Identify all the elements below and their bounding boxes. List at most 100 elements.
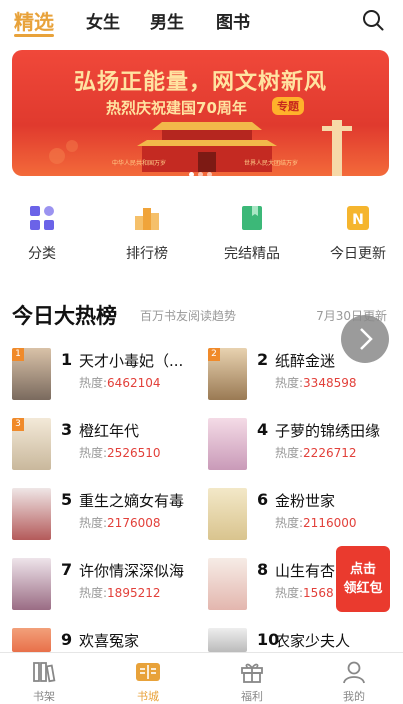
red-packet-button[interactable]: 点击 领红包: [336, 546, 390, 612]
grid-icon: [28, 204, 56, 232]
book-title: 农家少夫人: [275, 632, 351, 650]
pagination-dot: [189, 172, 194, 176]
red-packet-line2: 领红包: [343, 581, 383, 596]
category-label: 完结精品: [224, 246, 280, 262]
book-cover: 1: [12, 348, 51, 400]
tab-featured[interactable]: 精选: [14, 6, 54, 35]
category-today-update[interactable]: N 今日更新: [318, 204, 398, 263]
nav-label: 书城: [137, 690, 159, 703]
book-rank: 7: [61, 560, 73, 579]
heat-value: 6462104: [107, 376, 161, 390]
book-heat: 热度:6462104: [79, 374, 161, 391]
book-rank: 8: [257, 560, 269, 579]
banner-headline: 弘扬正能量，网文树新风: [73, 70, 327, 95]
tab-male[interactable]: 男生: [150, 8, 184, 33]
bookmark-book-icon: [238, 204, 266, 232]
book-rank: 9: [61, 630, 73, 649]
heat-label: 热度:: [79, 586, 108, 600]
n-badge-icon: N: [344, 204, 372, 232]
heat-value: 1568: [303, 586, 334, 600]
bookstore-icon: [135, 659, 161, 685]
book-item[interactable]: 5 重生之嫡女有毒 热度:2176008: [12, 488, 202, 554]
book-item[interactable]: 3 3 橙红年代 热度:2526510: [12, 418, 202, 484]
book-cover: [12, 628, 51, 652]
book-title: 天才小毒妃（...: [79, 352, 184, 370]
user-icon: [341, 659, 367, 685]
book-rank: 1: [61, 350, 73, 369]
book-title: 橙红年代: [79, 422, 140, 440]
book-cover: 3: [12, 418, 51, 470]
book-title: 子萝的锦绣田缘: [275, 422, 381, 440]
category-ranking[interactable]: 排行榜: [107, 204, 187, 263]
svg-text:N: N: [352, 212, 364, 228]
category-completed[interactable]: 完结精品: [212, 204, 292, 263]
book-rank: 3: [61, 420, 73, 439]
tab-books[interactable]: 图书: [216, 8, 250, 33]
pagination-dot: [207, 172, 212, 176]
gift-icon: [239, 659, 265, 685]
active-tab-indicator: [14, 34, 54, 37]
book-rank: 6: [257, 490, 269, 509]
book-title: 纸醉金迷: [275, 352, 336, 370]
heat-label: 热度:: [275, 376, 304, 390]
search-icon[interactable]: [361, 8, 385, 32]
book-item[interactable]: 1 1 天才小毒妃（... 热度:6462104: [12, 348, 202, 414]
book-cover: [208, 418, 247, 470]
banner-tag: 专题: [272, 97, 304, 115]
heat-label: 热度:: [275, 586, 304, 600]
book-item[interactable]: 4 子萝的锦绣田缘 热度:2226712: [208, 418, 398, 484]
category-label: 排行榜: [126, 246, 168, 262]
book-heat: 热度:1895212: [79, 584, 161, 601]
book-title: 许你情深深似海: [79, 562, 185, 580]
heat-label: 热度:: [79, 446, 108, 460]
heat-label: 热度:: [79, 376, 108, 390]
bookshelf-icon: [31, 659, 57, 685]
book-heat: 热度:2226712: [275, 444, 357, 461]
rank-badge: 3: [12, 418, 24, 431]
nav-label: 福利: [241, 690, 263, 703]
hot-list-subtitle: 百万书友阅读趋势: [140, 309, 237, 323]
rank-badge: 1: [12, 348, 24, 361]
book-cover: [208, 558, 247, 610]
book-heat: 热度:3348598: [275, 374, 357, 391]
nav-label: 我的: [343, 690, 365, 703]
category-classify[interactable]: 分类: [2, 204, 82, 263]
book-heat: 热度:2526510: [79, 444, 161, 461]
category-label: 分类: [28, 246, 56, 262]
hot-list-title: 今日大热榜: [12, 304, 117, 328]
book-cover: [208, 628, 247, 652]
book-title: 金粉世家: [275, 492, 336, 510]
book-heat: 热度:1568: [275, 584, 334, 601]
heat-label: 热度:: [275, 446, 304, 460]
heat-label: 热度:: [275, 516, 304, 530]
book-title: 重生之嫡女有毒: [79, 492, 185, 510]
nav-welfare[interactable]: 福利: [222, 659, 282, 704]
book-cover: [12, 558, 51, 610]
book-rank: 5: [61, 490, 73, 509]
heat-value: 2226712: [303, 446, 357, 460]
book-item[interactable]: 2 2 纸醉金迷 热度:3348598: [208, 348, 398, 414]
promo-banner[interactable]: 弘扬正能量，网文树新风 热烈庆祝建国70周年 专题 中华人民共和国万岁 世界人民…: [12, 50, 389, 176]
book-cover: [208, 488, 247, 540]
nav-bookstore[interactable]: 书城: [118, 659, 178, 704]
red-packet-line1: 点击: [349, 562, 376, 577]
book-rank: 2: [257, 350, 269, 369]
banner-subline: 热烈庆祝建国70周年: [106, 99, 247, 117]
heat-value: 2526510: [107, 446, 161, 460]
rank-badge: 2: [208, 348, 220, 361]
heat-label: 热度:: [79, 516, 108, 530]
book-title: 欢喜冤家: [79, 632, 140, 650]
book-heat: 热度:2116000: [275, 514, 357, 531]
book-item[interactable]: 7 许你情深深似海 热度:1895212: [12, 558, 202, 624]
heat-value: 1895212: [107, 586, 161, 600]
book-item[interactable]: 6 金粉世家 热度:2116000: [208, 488, 398, 554]
tab-female[interactable]: 女生: [86, 8, 120, 33]
nav-label: 书架: [33, 690, 55, 703]
nav-bookshelf[interactable]: 书架: [14, 659, 74, 704]
nav-mine[interactable]: 我的: [324, 659, 384, 704]
book-heat: 热度:2176008: [79, 514, 161, 531]
heat-value: 3348598: [303, 376, 357, 390]
category-label: 今日更新: [330, 246, 386, 262]
heat-value: 2116000: [303, 516, 357, 530]
bottom-nav-bar: 书架 书城 福利 我的: [0, 652, 403, 704]
